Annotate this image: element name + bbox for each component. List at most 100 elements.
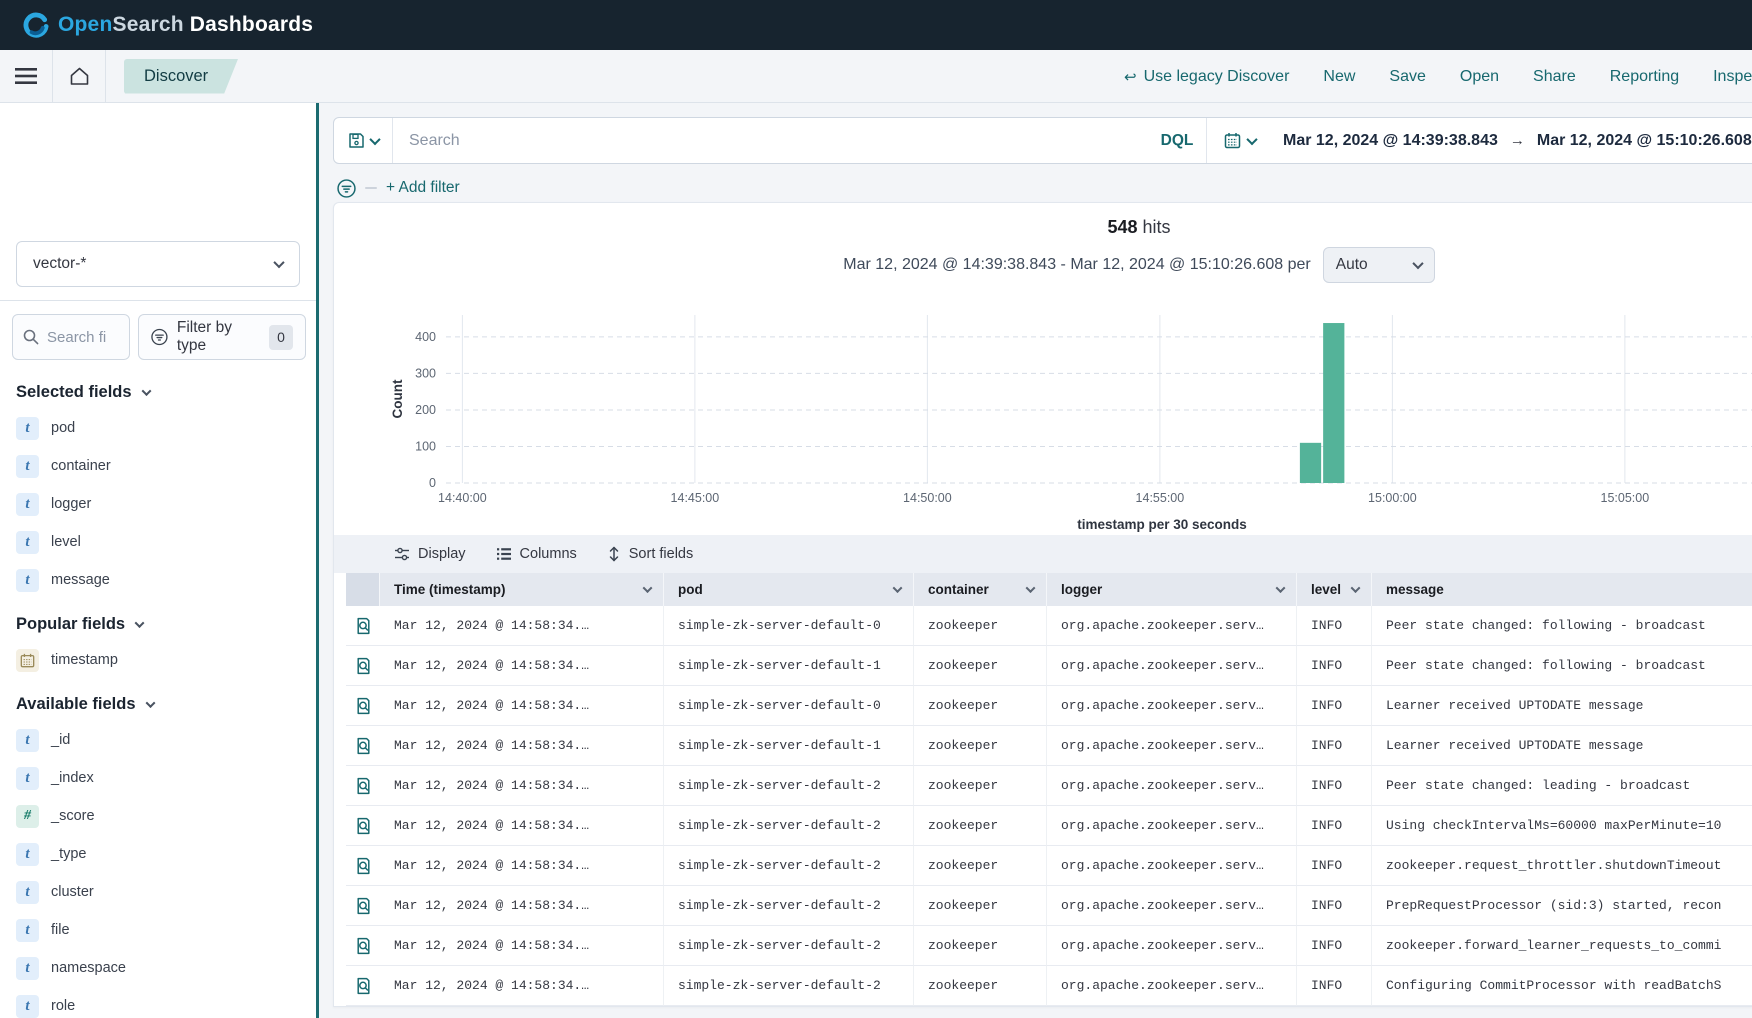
cell-message: Peer state changed: leading - broadcast bbox=[1372, 766, 1752, 806]
field-item-timestamp[interactable]: timestamp bbox=[16, 648, 300, 672]
nav-action-new[interactable]: New bbox=[1323, 68, 1355, 86]
field-item-logger[interactable]: tlogger bbox=[16, 492, 300, 516]
interval-select[interactable]: Auto bbox=[1323, 247, 1435, 283]
svg-text:15:00:00: 15:00:00 bbox=[1368, 491, 1417, 505]
section-header-available-fields[interactable]: Available fields bbox=[16, 695, 300, 714]
display-icon bbox=[394, 546, 410, 562]
inspect-document-button[interactable] bbox=[346, 926, 380, 966]
menu-button[interactable] bbox=[0, 50, 52, 102]
inspect-document-button[interactable] bbox=[346, 766, 380, 806]
field-item-_index[interactable]: t_index bbox=[16, 766, 300, 790]
search-input[interactable] bbox=[393, 118, 1148, 163]
cell-message: Configuring CommitProcessor with readBat… bbox=[1372, 966, 1752, 1006]
cell-level: INFO bbox=[1297, 966, 1372, 1006]
inspect-document-button[interactable] bbox=[346, 686, 380, 726]
inspect-document-button[interactable] bbox=[346, 606, 380, 646]
results-panel: 548 hits Mar 12, 2024 @ 14:39:38.843 - M… bbox=[333, 202, 1752, 1007]
filter-by-type-button[interactable]: Filter by type 0 bbox=[138, 314, 306, 360]
nav-action-reporting[interactable]: Reporting bbox=[1610, 68, 1679, 86]
column-header-container[interactable]: container bbox=[914, 573, 1047, 606]
field-search-input[interactable] bbox=[47, 329, 117, 346]
field-item-pod[interactable]: tpod bbox=[16, 416, 300, 440]
add-filter-button[interactable]: + Add filter bbox=[386, 179, 460, 197]
date-picker-button[interactable] bbox=[1207, 118, 1273, 163]
field-item-level[interactable]: tlevel bbox=[16, 530, 300, 554]
opensearch-logo[interactable]: OpenSearch Dashboards bbox=[22, 12, 313, 39]
field-item-message[interactable]: tmessage bbox=[16, 568, 300, 592]
chevron-down-icon bbox=[369, 133, 380, 144]
sort-icon bbox=[607, 546, 621, 562]
home-icon bbox=[69, 66, 90, 86]
column-header-level[interactable]: level bbox=[1297, 573, 1372, 606]
date-range[interactable]: Mar 12, 2024 @ 14:39:38.843 → Mar 12, 20… bbox=[1273, 118, 1752, 163]
hamburger-icon bbox=[15, 67, 37, 85]
cell-container: zookeeper bbox=[914, 926, 1047, 966]
cell-time: Mar 12, 2024 @ 14:58:34.… bbox=[380, 926, 664, 966]
field-search-box[interactable] bbox=[12, 314, 130, 360]
cell-time: Mar 12, 2024 @ 14:58:34.… bbox=[380, 606, 664, 646]
home-button[interactable] bbox=[53, 50, 105, 102]
nav-action-open[interactable]: Open bbox=[1460, 68, 1499, 86]
date-range-end[interactable]: Mar 12, 2024 @ 15:10:26.608 bbox=[1537, 132, 1752, 150]
navbar: Discover ↩Use legacy Discover New Save Open… bbox=[0, 50, 1752, 103]
save-query-button[interactable] bbox=[334, 118, 392, 163]
field-item-file[interactable]: tfile bbox=[16, 918, 300, 942]
column-header-pod[interactable]: pod bbox=[664, 573, 914, 606]
column-header-logger[interactable]: logger bbox=[1047, 573, 1297, 606]
app-header: OpenSearch Dashboards bbox=[0, 0, 1752, 50]
index-pattern-select[interactable]: vector-* bbox=[16, 241, 300, 287]
chart-time-range: Mar 12, 2024 @ 14:39:38.843 - Mar 12, 20… bbox=[843, 256, 1310, 274]
field-item-_id[interactable]: t_id bbox=[16, 728, 300, 752]
section-header-selected-fields[interactable]: Selected fields bbox=[16, 383, 300, 402]
toolbar-display-button[interactable]: Display bbox=[394, 546, 466, 562]
nav-action-use-legacy-discover[interactable]: ↩Use legacy Discover bbox=[1124, 68, 1289, 86]
field-type-string-badge: t bbox=[16, 881, 39, 904]
field-name: namespace bbox=[51, 960, 126, 976]
nav-action-inspect[interactable]: Inspect bbox=[1713, 68, 1752, 86]
cell-level: INFO bbox=[1297, 766, 1372, 806]
toolbar-label: Display bbox=[418, 546, 466, 562]
field-item-cluster[interactable]: tcluster bbox=[16, 880, 300, 904]
app-body: vector-* Filter by type 0 Selected field… bbox=[0, 103, 1752, 1018]
table-row: Mar 12, 2024 @ 14:58:34.…simple-zk-serve… bbox=[346, 846, 1752, 886]
brand-text: OpenSearch Dashboards bbox=[58, 13, 313, 37]
nav-action-share[interactable]: Share bbox=[1533, 68, 1576, 86]
toolbar-sort-fields-button[interactable]: Sort fields bbox=[607, 546, 693, 562]
divider bbox=[0, 300, 316, 301]
field-item-_score[interactable]: #_score bbox=[16, 804, 300, 828]
nav-action-save[interactable]: Save bbox=[1389, 68, 1425, 86]
inspect-document-button[interactable] bbox=[346, 966, 380, 1006]
filter-dash bbox=[365, 187, 377, 189]
field-item-container[interactable]: tcontainer bbox=[16, 454, 300, 478]
column-header-time-timestamp-[interactable]: Time (timestamp) bbox=[380, 573, 664, 606]
column-label: Time (timestamp) bbox=[394, 582, 506, 597]
field-item-role[interactable]: trole bbox=[16, 994, 300, 1018]
field-type-string-badge: t bbox=[16, 843, 39, 866]
breadcrumb-discover[interactable]: Discover bbox=[124, 59, 238, 94]
inspect-document-button[interactable] bbox=[346, 886, 380, 926]
svg-text:14:45:00: 14:45:00 bbox=[671, 491, 720, 505]
chevron-down-icon bbox=[893, 583, 903, 593]
calendar-icon bbox=[20, 653, 35, 668]
field-type-string-badge: t bbox=[16, 957, 39, 980]
date-range-start[interactable]: Mar 12, 2024 @ 14:39:38.843 bbox=[1283, 132, 1498, 150]
svg-text:14:50:00: 14:50:00 bbox=[903, 491, 952, 505]
cell-logger: org.apache.zookeeper.serv… bbox=[1047, 766, 1297, 806]
field-item-namespace[interactable]: t namespace bbox=[16, 956, 300, 980]
arrow-right-icon: → bbox=[1510, 132, 1525, 149]
inspect-document-button[interactable] bbox=[346, 806, 380, 846]
toolbar-columns-button[interactable]: Columns bbox=[496, 546, 577, 562]
field-item-_type[interactable]: t_type bbox=[16, 842, 300, 866]
table-body: Mar 12, 2024 @ 14:58:34.…simple-zk-serve… bbox=[346, 606, 1752, 1006]
cell-logger: org.apache.zookeeper.serv… bbox=[1047, 966, 1297, 1006]
filter-options-icon[interactable] bbox=[337, 179, 356, 198]
inspect-document-button[interactable] bbox=[346, 726, 380, 766]
section-header-popular-fields[interactable]: Popular fields bbox=[16, 615, 300, 634]
table-row: Mar 12, 2024 @ 14:58:34.…simple-zk-serve… bbox=[346, 726, 1752, 766]
inspect-document-button[interactable] bbox=[346, 646, 380, 686]
histogram-chart[interactable]: 14:40:0014:45:0014:50:0014:55:0015:00:00… bbox=[388, 287, 1752, 535]
cell-message: Peer state changed: following - broadcas… bbox=[1372, 606, 1752, 646]
cell-level: INFO bbox=[1297, 926, 1372, 966]
inspect-document-button[interactable] bbox=[346, 846, 380, 886]
query-language-button[interactable]: DQL bbox=[1148, 118, 1206, 163]
